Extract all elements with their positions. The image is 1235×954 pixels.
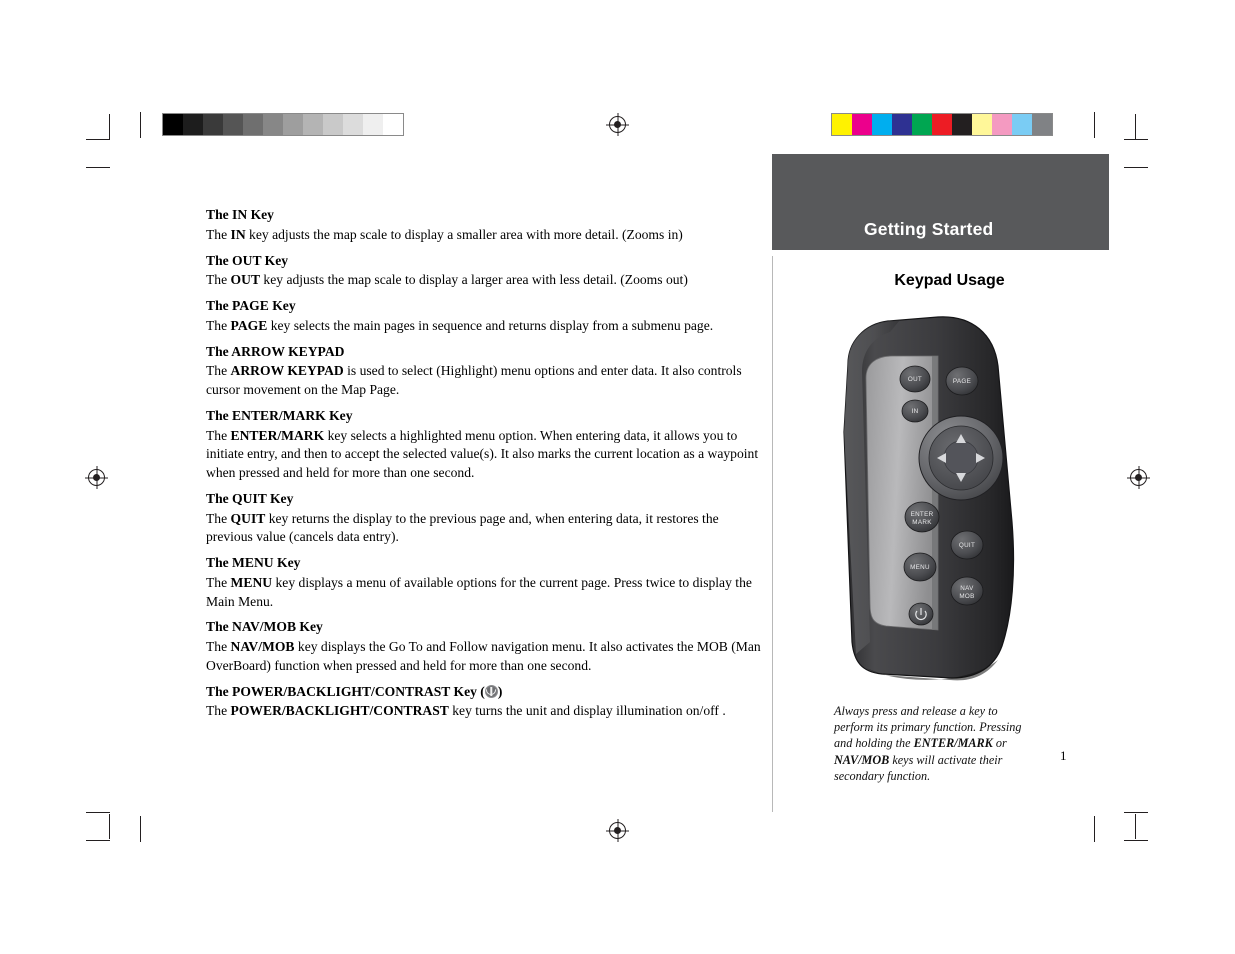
crop-mark-br-h2	[1124, 840, 1148, 841]
illustration-caption: Always press and release a key to perfor…	[834, 704, 1022, 783]
key-description-entry: The OUT Key The OUT key adjusts the map s…	[206, 252, 766, 291]
calibration-swatch	[263, 114, 283, 135]
crop-mark-tr-h	[1124, 139, 1148, 140]
calibration-swatch	[363, 114, 383, 135]
calibration-swatch	[343, 114, 363, 135]
calibration-swatch	[852, 114, 872, 135]
sidebar-divider	[772, 256, 773, 812]
crop-mark-br-h	[1124, 812, 1148, 813]
key-descriptions-list: The IN Key The IN key adjusts the map sca…	[206, 206, 766, 728]
key-description-heading: The QUIT Key	[206, 490, 294, 506]
calibration-swatch	[323, 114, 343, 135]
key-description-body: The POWER/BACKLIGHT/CONTRAST key turns t…	[206, 703, 726, 719]
calibration-swatch	[283, 114, 303, 135]
calibration-swatch	[932, 114, 952, 135]
key-description-heading: The NAV/MOB Key	[206, 619, 323, 635]
chapter-band: Getting Started	[772, 154, 1109, 250]
color-calibration-bar	[831, 113, 1053, 136]
registration-mark-top	[609, 116, 626, 133]
chapter-title: Getting Started	[864, 219, 994, 239]
crop-mark-tl2-v	[140, 112, 141, 138]
key-description-body: The PAGE key selects the main pages in s…	[206, 317, 714, 333]
device-key-nav-label: NAV	[960, 585, 974, 592]
calibration-swatch	[243, 114, 263, 135]
power-key-icon	[484, 684, 498, 698]
calibration-swatch	[383, 114, 403, 135]
calibration-swatch	[952, 114, 972, 135]
crop-mark-tr2-v	[1094, 112, 1095, 138]
key-description-heading: The PAGE Key	[206, 298, 296, 313]
grayscale-calibration-bar	[162, 113, 404, 136]
calibration-swatch	[183, 114, 203, 135]
crop-mark-bl-v	[109, 814, 110, 839]
key-description-heading: The MENU Key	[206, 555, 301, 570]
device-key-mob-label: MOB	[959, 593, 974, 600]
sidebar: Getting Started Keypad Usage	[772, 154, 1109, 290]
crop-mark-right-h	[1124, 167, 1148, 168]
calibration-swatch	[872, 114, 892, 135]
crop-mark-left-h	[86, 167, 110, 168]
section-title: Keypad Usage	[894, 272, 1005, 289]
crop-mark-br2-v	[1094, 816, 1095, 842]
key-description-heading: The ENTER/MARK Key	[206, 407, 353, 423]
registration-mark-bottom	[609, 822, 626, 839]
crop-mark-tl-v	[109, 114, 110, 139]
key-description-body: The MENU key displays a menu of availabl…	[206, 574, 752, 609]
device-key-enter-label: ENTER	[911, 511, 934, 518]
key-description-heading: The OUT Key	[206, 252, 289, 268]
key-description-entry: The ARROW KEYPAD The ARROW KEYPAD is used…	[206, 343, 766, 400]
device-key-out-label: OUT	[908, 376, 922, 383]
key-description-entry: The QUIT Key The QUIT key returns the dis…	[206, 490, 766, 547]
key-description-entry: The ENTER/MARK Key The ENTER/MARK key sel…	[206, 407, 766, 483]
key-description-entry: The NAV/MOB Key The NAV/MOB key displays …	[206, 618, 766, 675]
key-description-entry: The PAGE Key The PAGE key selects the mai…	[206, 297, 766, 336]
page-number: 1	[1060, 748, 1067, 763]
key-description-body: The IN key adjusts the map scale to disp…	[206, 226, 683, 242]
crop-mark-br-v	[1135, 814, 1136, 839]
crop-mark-bl2-v	[140, 816, 141, 842]
calibration-swatch	[912, 114, 932, 135]
key-description-body: The ENTER/MARK key selects a highlighted…	[206, 427, 759, 481]
calibration-swatch	[892, 114, 912, 135]
calibration-swatch	[832, 114, 852, 135]
calibration-swatch	[1012, 114, 1032, 135]
calibration-swatch	[992, 114, 1012, 135]
key-description-heading: The IN Key	[206, 207, 274, 222]
calibration-swatch	[223, 114, 243, 135]
key-description-body: The ARROW KEYPAD is used to select (High…	[206, 363, 742, 397]
crop-mark-tl-h	[86, 139, 110, 140]
key-description-entry: The MENU Key The MENU key displays a menu…	[206, 554, 766, 611]
calibration-swatch	[1032, 114, 1052, 135]
registration-mark-left	[88, 469, 105, 486]
crop-mark-bl-h2	[86, 840, 110, 841]
key-description-body: The QUIT key returns the display to the …	[206, 510, 719, 545]
registration-mark-right	[1130, 469, 1147, 486]
calibration-swatch	[163, 114, 183, 135]
device-key-mark-label: MARK	[912, 519, 932, 526]
device-key-in-label: IN	[912, 408, 919, 415]
device-key-menu-label: MENU	[910, 564, 930, 571]
crop-mark-tr-v	[1135, 114, 1136, 139]
key-description-entry: The POWER/BACKLIGHT/CONTRAST Key () The P…	[206, 683, 766, 722]
key-description-body: The NAV/MOB key displays the Go To and F…	[206, 639, 761, 673]
key-description-body: The OUT key adjusts the map scale to dis…	[206, 272, 688, 288]
key-description-heading: The POWER/BACKLIGHT/CONTRAST Key ()	[206, 683, 503, 699]
calibration-swatch	[972, 114, 992, 135]
device-key-quit-label: QUIT	[959, 542, 975, 549]
key-description-entry: The IN Key The IN key adjusts the map sca…	[206, 206, 766, 245]
key-description-heading: The ARROW KEYPAD	[206, 343, 345, 359]
calibration-swatch	[203, 114, 223, 135]
calibration-swatch	[303, 114, 323, 135]
gps-unit-illustration: OUT IN PAGE ENTER MARK QUIT MENU NAV MOB	[826, 312, 1026, 687]
crop-mark-bl-h	[86, 812, 110, 813]
device-key-page-label: PAGE	[953, 378, 971, 385]
